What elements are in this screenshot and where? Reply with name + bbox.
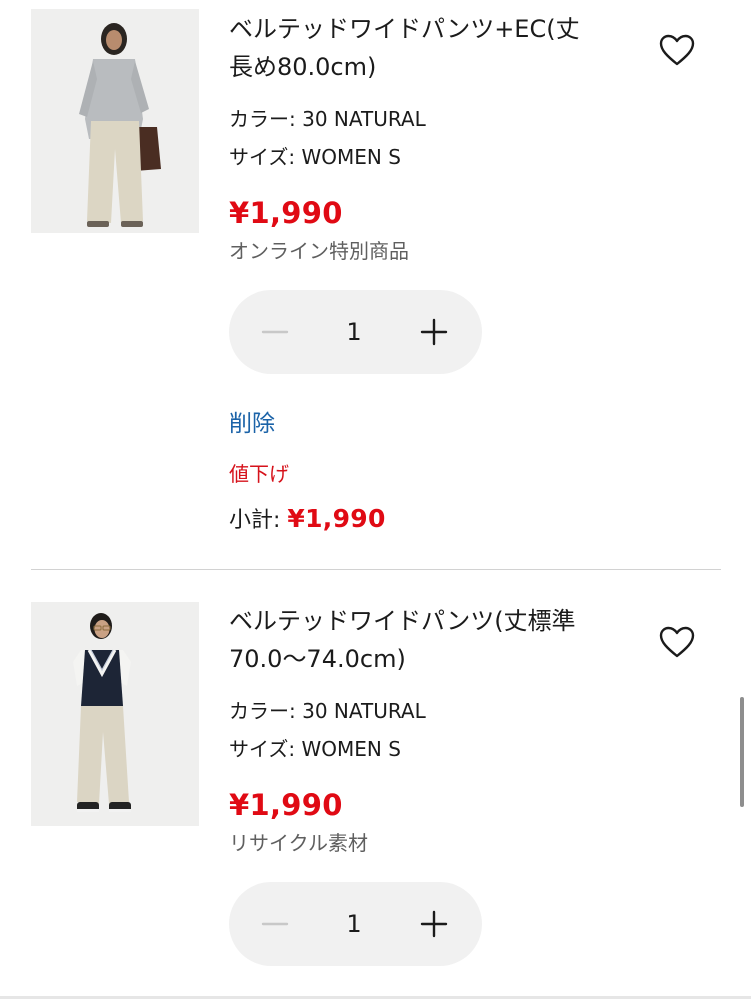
quantity-decrease-button[interactable] xyxy=(259,316,291,348)
quantity-increase-button[interactable] xyxy=(418,316,450,348)
product-name-line: 70.0〜74.0cm) xyxy=(229,645,406,673)
delete-link[interactable]: 削除 xyxy=(229,408,275,440)
heart-outline-icon xyxy=(659,34,695,66)
product-color: カラー: 30 NATURAL xyxy=(229,107,426,131)
product-photo-model xyxy=(31,602,199,826)
product-color: カラー: 30 NATURAL xyxy=(229,699,426,723)
favorite-button[interactable] xyxy=(658,624,696,660)
plus-icon xyxy=(420,318,448,346)
product-size: サイズ: WOMEN S xyxy=(229,737,401,761)
product-tag: オンライン特別商品 xyxy=(229,239,409,263)
product-price: ¥1,990 xyxy=(229,196,343,230)
quantity-decrease-button[interactable] xyxy=(259,908,291,940)
product-image[interactable] xyxy=(31,9,199,233)
item-divider xyxy=(31,569,721,570)
minus-icon xyxy=(261,922,289,926)
minus-icon xyxy=(261,330,289,334)
product-image[interactable] xyxy=(31,602,199,826)
product-tag: リサイクル素材 xyxy=(229,831,368,855)
product-name[interactable]: ベルテッドワイドパンツ+EC(丈 長め80.0cm) xyxy=(229,10,629,86)
price-down-label: 値下げ xyxy=(229,462,289,486)
product-name-line: ベルテッドワイドパンツ(丈標準 xyxy=(229,607,576,635)
quantity-value: 1 xyxy=(346,910,362,938)
scrollbar[interactable] xyxy=(740,697,744,807)
favorite-button[interactable] xyxy=(658,32,696,68)
subtotal-label: 小計: xyxy=(229,508,288,533)
subtotal-value: ¥1,990 xyxy=(287,504,386,533)
product-name[interactable]: ベルテッドワイドパンツ(丈標準 70.0〜74.0cm) xyxy=(229,602,629,678)
subtotal: 小計: ¥1,990 xyxy=(229,502,386,538)
product-name-line: ベルテッドワイドパンツ+EC(丈 xyxy=(229,15,580,43)
quantity-stepper: 1 xyxy=(229,290,482,374)
plus-icon xyxy=(420,910,448,938)
quantity-stepper: 1 xyxy=(229,882,482,966)
quantity-increase-button[interactable] xyxy=(418,908,450,940)
product-size: サイズ: WOMEN S xyxy=(229,145,401,169)
heart-outline-icon xyxy=(659,626,695,658)
product-photo-model xyxy=(31,9,199,233)
quantity-value: 1 xyxy=(346,318,362,346)
product-price: ¥1,990 xyxy=(229,788,343,822)
product-name-line: 長め80.0cm) xyxy=(229,53,377,81)
